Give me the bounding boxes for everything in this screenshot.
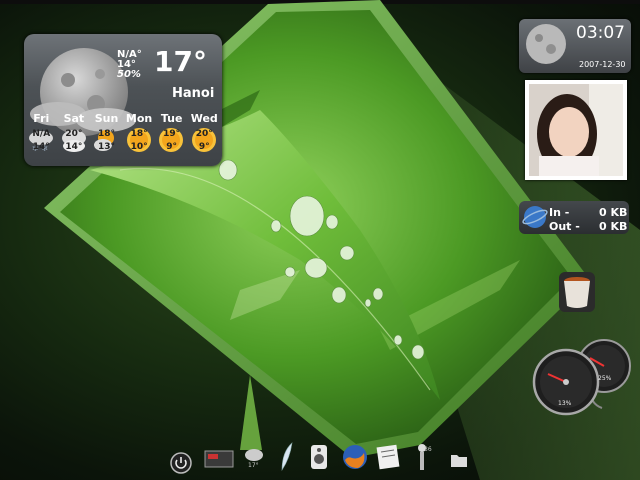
mem-gauge-label: 25% (598, 375, 612, 382)
moon-icon (526, 24, 566, 64)
forecast-day: Tue 19° 9° (155, 112, 188, 162)
day-high: 18° (130, 129, 148, 139)
firefox-icon[interactable] (342, 444, 368, 470)
day-name: Sat (63, 112, 85, 125)
day-low: 14° (32, 142, 50, 152)
notes-icon[interactable] (376, 444, 400, 470)
forecast-row: Fri ❄ ❄ N/A 14° Sat 20° 14° Sun 18° 13° … (25, 112, 221, 162)
clock-widget[interactable]: 03:07 2007-12-30 (519, 19, 631, 73)
day-name: Sun (94, 112, 119, 125)
clock-date: 2007-12-30 (579, 60, 626, 69)
forecast-day: Fri ❄ ❄ N/A 14° (25, 112, 58, 162)
day-low: 14° (65, 142, 83, 152)
day-high: 19° (163, 129, 181, 139)
net-in-value: 0 KB (599, 206, 628, 219)
forecast-day: Sat 20° 14° (58, 112, 91, 162)
cpu-gauge-label: 13% (558, 400, 572, 407)
current-temperature: 17° (154, 45, 207, 78)
city-name: Hanoi (172, 86, 215, 101)
dock-weather-label: 17° (248, 462, 259, 469)
weather-icon[interactable] (244, 448, 264, 462)
power-icon[interactable] (170, 452, 192, 474)
day-low: 10° (130, 142, 148, 152)
humidity: 50% (117, 69, 141, 80)
dock-bar: 17° 36 (148, 442, 488, 480)
system-gauges-widget[interactable]: 13% 25% (530, 338, 635, 420)
globe-icon (522, 206, 548, 228)
speaker-icon[interactable] (310, 444, 328, 470)
day-high: 20° (195, 129, 213, 139)
day-low: 9° (198, 142, 210, 152)
day-high: N/A (32, 129, 51, 139)
quill-icon[interactable] (278, 442, 296, 472)
day-name: Wed (190, 112, 218, 125)
monitor-icon[interactable] (204, 450, 234, 470)
weather-widget[interactable]: N/A° 14° 50% 17° Hanoi Fri ❄ ❄ N/A 14° S… (24, 34, 222, 166)
day-low: 9° (166, 142, 178, 152)
forecast-day: Mon 18° 10° (123, 112, 156, 162)
forecast-day: Sun 18° 13° (90, 112, 123, 162)
day-name: Tue (160, 112, 183, 125)
trash-icon[interactable] (559, 272, 595, 312)
network-monitor-widget[interactable]: In - 0 KB Out - 0 KB (519, 201, 629, 234)
net-in-label: In - (549, 206, 570, 219)
day-name: Fri (33, 112, 50, 125)
day-high: 20° (65, 129, 83, 139)
day-name: Mon (125, 112, 153, 125)
folder-icon[interactable] (450, 452, 468, 468)
dock-tools-label: 36 (424, 446, 432, 453)
clock-time: 03:07 (576, 23, 625, 43)
forecast-day: Wed 20° 9° (188, 112, 221, 162)
photo-frame-widget[interactable] (525, 80, 627, 180)
net-out-label: Out - (549, 220, 580, 233)
net-out-value: 0 KB (599, 220, 628, 233)
day-low: 13° (97, 142, 115, 152)
portrait-photo (529, 84, 623, 176)
day-high: 18° (97, 129, 115, 139)
